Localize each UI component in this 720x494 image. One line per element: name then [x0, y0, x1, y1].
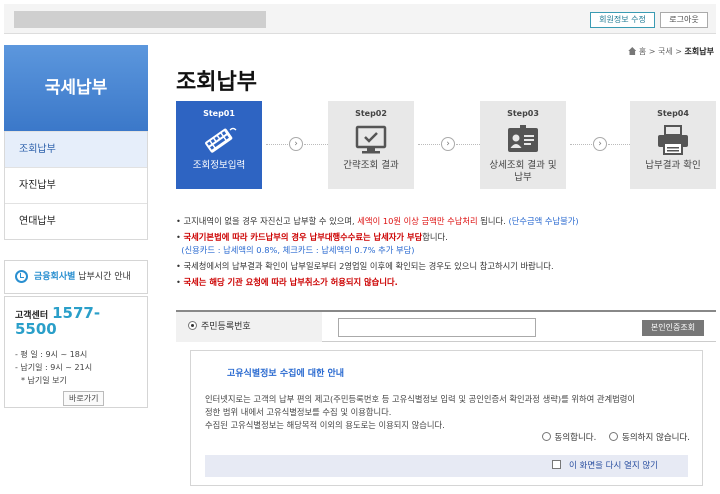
call-center-number: 1577-5500 [15, 304, 101, 338]
step-label: 상세조회 결과 및 납부 [489, 160, 557, 183]
step-number: Step04 [657, 109, 689, 118]
sidebar-item-inquiry-payment[interactable]: 조회납부 [5, 131, 147, 167]
step-connector [304, 144, 328, 145]
breadcrumb-separator: > [648, 47, 656, 56]
id-card-icon [508, 125, 538, 152]
call-center-box: 고객센터 1577-5500 - 평 일 : 9시 ~ 18시 - 납기일 : 9… [4, 296, 148, 408]
notice-item: • 국세기본법에 따라 카드납부의 경우 납부대행수수료는 납세자가 부담합니다… [176, 232, 448, 255]
sidebar-item-self-payment[interactable]: 자진납부 [5, 167, 147, 203]
step-connector [570, 144, 594, 145]
site-banner-placeholder [14, 11, 266, 28]
breadcrumb-home[interactable]: 홈 [639, 47, 646, 56]
notice-list: • 고지내역이 없을 경우 자진신고 납부할 수 있으며, 세액이 10원 이상… [176, 215, 716, 292]
resident-number-option[interactable]: 주민등록번호 [176, 312, 322, 342]
disagree-option[interactable]: 동의하지 않습니다. [609, 432, 690, 443]
breadcrumb-separator: > [675, 47, 682, 56]
checkbox-icon[interactable] [551, 460, 561, 469]
identity-verify-button[interactable]: 본인인증조회 [642, 320, 704, 336]
resident-number-label: 주민등록번호 [201, 322, 251, 332]
consent-text: 인터넷지로는 고객의 납부 편의 제고(주민등록번호 등 고유식별정보 입력 및… [205, 394, 636, 404]
dont-show-again-label[interactable]: 이 화면을 다시 열지 않기 [569, 461, 658, 471]
due-date-hours: - 납기일 : 9시 ~ 21시 [15, 363, 93, 372]
notice-item: • 고지내역이 없을 경우 자진신고 납부할 수 있으며, 세액이 10원 이상… [176, 216, 579, 226]
radio-icon[interactable] [541, 432, 551, 441]
step-connector [456, 144, 480, 145]
notice-item: • 국세는 해당 기관 요청에 따라 납부취소가 허용되지 않습니다. [176, 277, 398, 287]
sidebar-item-joint-payment[interactable]: 연대납부 [5, 203, 147, 239]
step-3: Step03 상세조회 결과 및 납부 [480, 101, 566, 189]
home-icon[interactable] [628, 47, 637, 55]
consent-title: 고유식별정보 수집에 대한 안내 [227, 369, 345, 379]
agree-option[interactable]: 동의합니다. [541, 432, 596, 443]
breadcrumb: 홈 > 국세 > 조회납부 [628, 46, 714, 57]
radio-selected-icon[interactable] [188, 321, 197, 330]
consent-text: 정한 범위 내에서 고유식별정보를 수집 및 이용합니다. [205, 407, 392, 417]
payment-time-notice[interactable]: 금융회사별 납부시간 안내 [4, 260, 148, 294]
monitor-check-icon [355, 125, 387, 154]
chevron-right-icon: › [289, 137, 303, 151]
top-bar: 회원정보 수정 로그아웃 [4, 4, 716, 34]
logout-button[interactable]: 로그아웃 [660, 12, 708, 28]
consent-body: 인터넷지로는 고객의 납부 편의 제고(주민등록번호 등 고유식별정보 입력 및… [205, 393, 702, 432]
due-date-note: * 납기일 보기 [21, 376, 67, 385]
step-label: 간략조회 결과 [343, 160, 399, 171]
weekday-hours: - 평 일 : 9시 ~ 18시 [15, 350, 88, 359]
keyboard-icon [205, 127, 237, 153]
step-label: 조회정보입력 [192, 160, 246, 171]
step-2: Step02 간략조회 결과 [328, 101, 414, 189]
step-connector [418, 144, 442, 145]
printer-icon [658, 125, 688, 155]
chevron-right-icon: › [441, 137, 455, 151]
breadcrumb-current: 조회납부 [684, 47, 714, 56]
member-info-edit-button[interactable]: 회원정보 수정 [590, 12, 655, 28]
step-label: 납부결과 확인 [645, 160, 701, 171]
consent-box: 고유식별정보 수집에 대한 안내 인터넷지로는 고객의 납부 편의 제고(주민등… [190, 350, 703, 486]
step-connector [608, 144, 632, 145]
radio-icon[interactable] [609, 432, 619, 441]
resident-number-row: 주민등록번호 본인인증조회 [176, 310, 716, 342]
sidebar-title: 국세납부 [4, 45, 148, 131]
step-number: Step03 [507, 109, 539, 118]
payment-time-text: 납부시간 안내 [75, 272, 131, 282]
sidebar: 국세납부 조회납부 자진납부 연대납부 [4, 45, 148, 240]
notice-item: • 국세청에서의 납부결과 확인이 납부일로부터 2영업일 이후에 확인되는 경… [176, 261, 554, 271]
step-number: Step01 [203, 109, 235, 118]
clock-icon [15, 270, 28, 283]
step-connector [266, 144, 290, 145]
dont-show-again-bar: 이 화면을 다시 열지 않기 [205, 455, 688, 477]
step-indicator: Step01 조회정보입력 › Step02 간략조회 결과 › Step03 [176, 101, 716, 189]
page-title: 조회납부 [176, 70, 257, 95]
step-1: Step01 조회정보입력 [176, 101, 262, 189]
shortcut-button[interactable]: 바로가기 [63, 391, 105, 406]
sidebar-menu: 조회납부 자진납부 연대납부 [4, 131, 148, 240]
breadcrumb-level1[interactable]: 국세 [658, 47, 673, 56]
resident-number-input[interactable] [338, 318, 536, 337]
step-number: Step02 [355, 109, 387, 118]
chevron-right-icon: › [593, 137, 607, 151]
consent-options: 동의합니다. 동의하지 않습니다. [532, 431, 690, 443]
step-4: Step04 납부결과 확인 [630, 101, 716, 189]
payment-time-highlight: 금융회사별 [34, 272, 76, 282]
